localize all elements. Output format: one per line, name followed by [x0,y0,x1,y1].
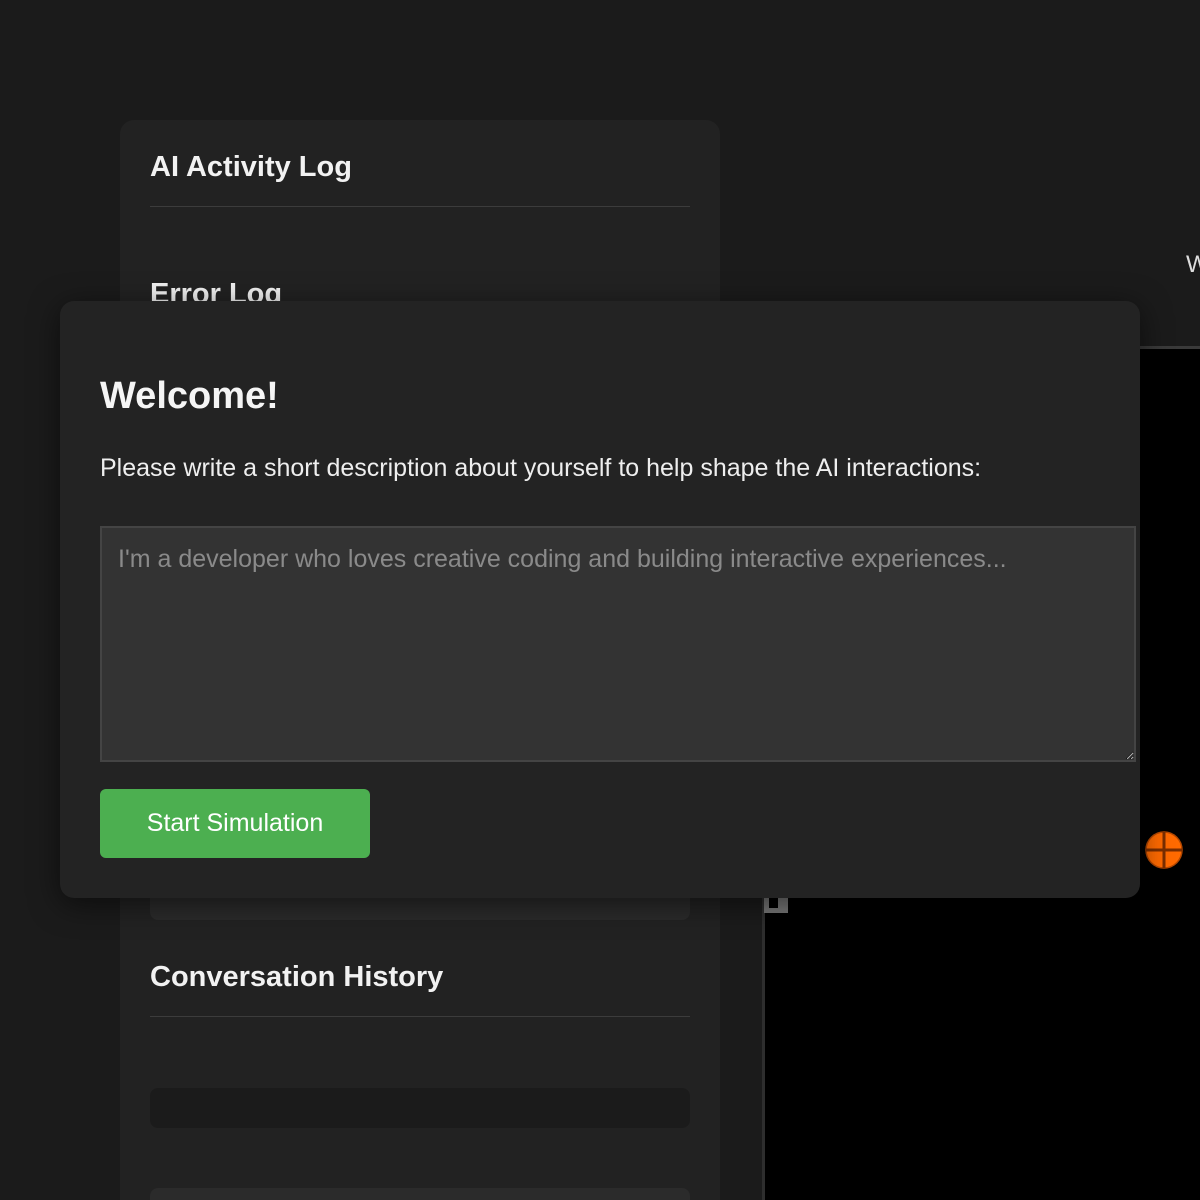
right-panel-header-text: W [1186,251,1200,278]
start-simulation-button[interactable]: Start Simulation [100,789,370,858]
welcome-modal: Welcome! Please write a short descriptio… [60,301,1140,898]
modal-title: Welcome! [100,375,279,417]
conversation-entry [150,1188,690,1200]
modal-prompt: Please write a short description about y… [100,454,982,482]
crosshair-circle-icon[interactable] [1144,830,1184,870]
app-root: AI Activity Log Error Log Conversation H… [0,0,1200,1200]
conversation-entry [150,1088,690,1128]
conversation-history-title: Conversation History [150,961,444,993]
activity-log-divider [150,206,690,207]
description-input[interactable] [100,526,1136,762]
activity-log-title: AI Activity Log [150,151,352,183]
conversation-history-divider [150,1016,690,1017]
